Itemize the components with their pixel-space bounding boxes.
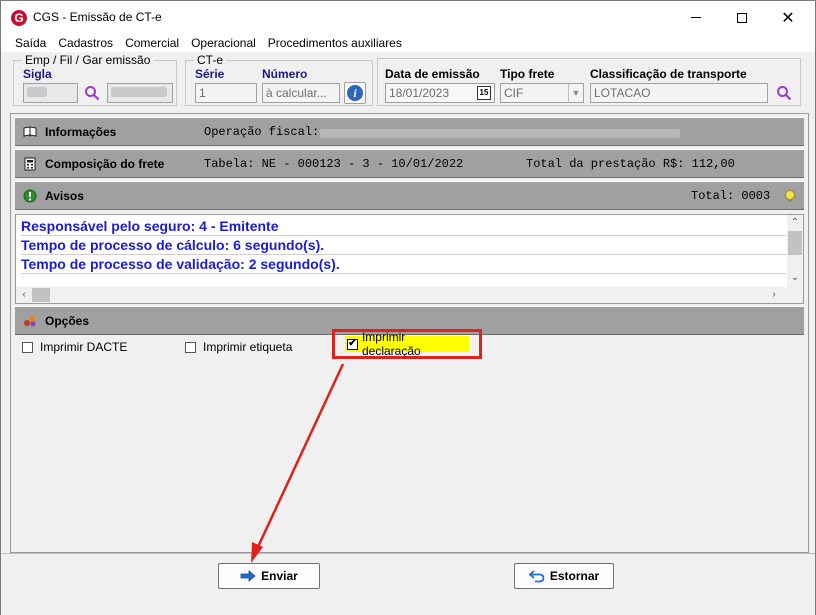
vertical-scroll-thumb[interactable]	[788, 231, 802, 255]
checkbox-box[interactable]	[185, 341, 196, 353]
classificacao-search-button[interactable]	[773, 82, 795, 104]
app-window: G CGS - Emissão de CT-e ✕ Saída Cadastro…	[0, 0, 816, 615]
horizontal-scroll-thumb[interactable]	[32, 288, 50, 302]
imprimir-dacte-label: Imprimir DACTE	[40, 340, 128, 354]
header-area: Emp / Fil / Gar emissão Sigla CT-e Série…	[1, 52, 815, 112]
content-panel: Informações Operação fiscal: Composição …	[10, 113, 809, 553]
imprimir-etiqueta-checkbox[interactable]: Imprimir etiqueta	[185, 340, 292, 354]
close-icon: ✕	[781, 9, 795, 27]
aviso-item[interactable]: Tempo de processo de validação: 2 segund…	[21, 255, 786, 274]
scroll-left-icon[interactable]: ‹	[16, 287, 32, 303]
tipo-frete-label: Tipo frete	[500, 67, 555, 81]
cte-group: CT-e Série 1 Número à calcular... i	[185, 53, 373, 106]
operacao-fiscal-value-blurred	[320, 129, 680, 138]
scroll-up-icon[interactable]: ⌃	[787, 215, 803, 231]
imprimir-declaracao-checkbox[interactable]: ✔ Imprimir declaração	[345, 330, 469, 358]
chevron-down-icon: ▼	[568, 84, 583, 102]
informacoes-title: Informações	[45, 125, 117, 139]
search-icon	[777, 86, 792, 101]
transport-group: Data de emissão 18/01/2023 15 Tipo frete…	[377, 58, 801, 106]
maximize-icon	[737, 12, 747, 23]
warning-icon	[23, 189, 37, 203]
options-icon	[24, 316, 36, 327]
calendar-icon[interactable]: 15	[477, 86, 491, 100]
opcoes-title: Opções	[45, 314, 90, 328]
aviso-item[interactable]: Responsável pelo seguro: 4 - Emitente	[21, 217, 786, 236]
highlight-annotation: ✔ Imprimir declaração	[332, 329, 482, 359]
operacao-fiscal-label: Operação fiscal:	[204, 125, 320, 139]
numero-label: Número	[262, 67, 308, 81]
window-title: CGS - Emissão de CT-e	[33, 10, 162, 24]
lightbulb-icon[interactable]	[783, 189, 797, 203]
avisos-title: Avisos	[45, 189, 84, 203]
emp-group: Emp / Fil / Gar emissão Sigla	[13, 53, 177, 106]
composicao-tabela: Tabela: NE - 000123 - 3 - 10/01/2022	[204, 157, 464, 171]
maximize-button[interactable]	[719, 1, 765, 34]
menu-bar: Saída Cadastros Comercial Operacional Pr…	[1, 34, 815, 52]
sigla-input[interactable]	[23, 83, 78, 103]
cte-group-legend: CT-e	[194, 53, 227, 67]
avisos-list[interactable]: Responsável pelo seguro: 4 - Emitente Te…	[15, 214, 804, 304]
book-icon	[23, 126, 37, 138]
data-emissao-label: Data de emissão	[385, 67, 480, 81]
classificacao-input[interactable]: LOTACAO	[590, 83, 768, 103]
vertical-scrollbar[interactable]: ⌃ ⌄	[787, 215, 803, 287]
emp-group-legend: Emp / Fil / Gar emissão	[22, 53, 154, 67]
serie-input[interactable]: 1	[195, 83, 257, 103]
menu-cadastros[interactable]: Cadastros	[52, 34, 119, 52]
menu-procedimentos-auxiliares[interactable]: Procedimentos auxiliares	[262, 34, 408, 52]
estornar-label: Estornar	[549, 569, 600, 583]
title-bar: G CGS - Emissão de CT-e ✕	[1, 1, 815, 34]
bottom-bar: Enviar Estornar	[1, 553, 815, 615]
informacoes-section[interactable]: Informações Operação fiscal:	[15, 117, 804, 146]
info-button[interactable]: i	[344, 82, 366, 104]
composicao-title: Composição do frete	[45, 157, 165, 171]
avisos-section[interactable]: Avisos Total: 0003	[15, 181, 804, 210]
arrow-right-icon	[240, 570, 256, 582]
minimize-button[interactable]	[673, 1, 719, 34]
serie-label: Série	[195, 67, 225, 81]
sigla-label: Sigla	[23, 67, 52, 81]
imprimir-declaracao-label: Imprimir declaração	[361, 330, 421, 358]
close-button[interactable]: ✕	[765, 1, 811, 34]
aviso-item[interactable]: Tempo de processo de cálculo: 6 segundo(…	[21, 236, 786, 255]
sigla-search-button[interactable]	[81, 82, 103, 104]
menu-comercial[interactable]: Comercial	[119, 34, 185, 52]
imprimir-dacte-checkbox[interactable]: Imprimir DACTE	[22, 340, 127, 354]
composicao-total: Total da prestação R$: 112,00	[526, 157, 735, 171]
numero-input[interactable]: à calcular...	[262, 83, 340, 103]
enviar-label: Enviar	[261, 569, 298, 583]
opcoes-row: Imprimir DACTE Imprimir etiqueta ✔ Impri…	[15, 329, 804, 359]
scroll-down-icon[interactable]: ⌄	[787, 270, 803, 286]
scroll-right-icon[interactable]: ›	[766, 287, 782, 303]
classificacao-label: Classificação de transporte	[590, 67, 747, 81]
calculator-icon	[24, 157, 36, 171]
tipo-frete-select[interactable]: CIF ▼	[500, 83, 584, 103]
undo-icon	[528, 570, 545, 583]
search-icon	[85, 86, 100, 101]
empresa-input[interactable]	[107, 83, 173, 103]
avisos-total: Total: 0003	[691, 189, 771, 203]
horizontal-scrollbar[interactable]: ‹ ›	[16, 287, 803, 303]
checkbox-box[interactable]	[22, 341, 33, 353]
checkmark-icon[interactable]: ✔	[347, 338, 358, 350]
estornar-button[interactable]: Estornar	[514, 563, 614, 589]
imprimir-etiqueta-label: Imprimir etiqueta	[203, 340, 293, 354]
menu-operacional[interactable]: Operacional	[185, 34, 262, 52]
menu-saida[interactable]: Saída	[9, 34, 52, 52]
minimize-icon	[691, 17, 701, 18]
composicao-section[interactable]: Composição do frete Tabela: NE - 000123 …	[15, 149, 804, 178]
enviar-button[interactable]: Enviar	[218, 563, 320, 589]
app-logo-icon: G	[11, 10, 27, 26]
info-icon: i	[347, 85, 363, 101]
